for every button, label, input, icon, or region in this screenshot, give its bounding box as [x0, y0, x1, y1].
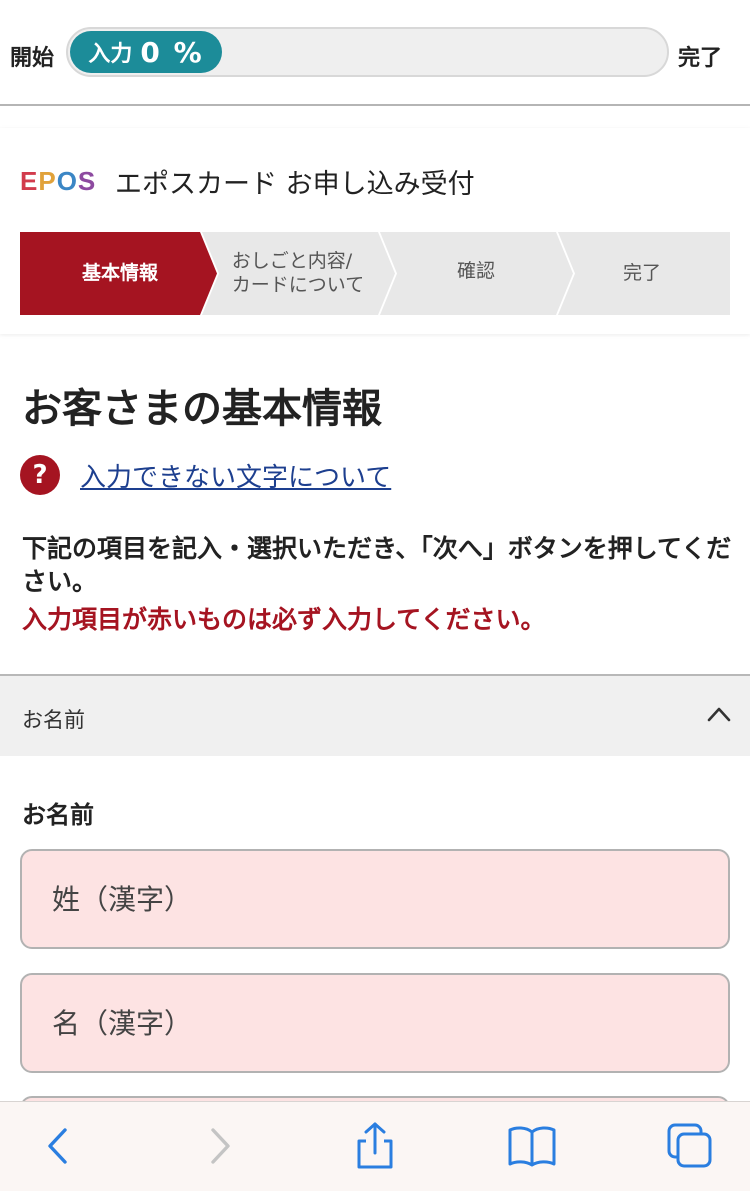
unsupported-characters-link[interactable]: 入力できない文字について — [80, 457, 391, 494]
share-icon[interactable] — [349, 1120, 401, 1172]
help-row: ? 入力できない文字について — [20, 454, 391, 496]
step-confirm: 確認 — [376, 232, 576, 315]
epos-logo: EPOS — [20, 166, 97, 196]
instruction-text: 下記の項目を記入・選択いただき、「次へ」ボタンを押してください。 — [22, 534, 732, 596]
step-label: 基本情報 — [81, 261, 158, 284]
step-label: 完了 — [622, 261, 661, 284]
browser-toolbar — [0, 1101, 750, 1191]
application-title: エポスカード お申し込み受付 — [115, 169, 475, 200]
first-name-kanji-field[interactable] — [20, 973, 730, 1073]
required-notice: 入力項目が赤いものは必ず入力してください。 — [22, 605, 546, 634]
progress-track: 入力 0 % — [66, 27, 669, 77]
question-icon: ? — [20, 455, 60, 495]
forward-icon[interactable] — [194, 1120, 246, 1172]
tabs-icon[interactable] — [664, 1120, 716, 1172]
progress-end-label: 完了 — [678, 46, 723, 71]
step-work-card: おしごと内容/カードについて — [198, 232, 398, 315]
name-field-label: お名前 — [22, 801, 94, 829]
back-icon[interactable] — [32, 1120, 84, 1172]
last-name-kanji-field[interactable] — [20, 849, 730, 949]
step-navigation: 基本情報 おしごと内容/カードについて 確認 完了 — [20, 232, 730, 315]
progress-header: 開始 入力 0 % 完了 — [0, 0, 750, 106]
progress-percent: 0 % — [140, 35, 204, 69]
step-label: おしごと内容/カードについて — [231, 249, 365, 296]
progress-start-label: 開始 — [10, 46, 55, 71]
progress-fill: 入力 0 % — [70, 31, 222, 73]
name-section-header[interactable]: お名前 — [0, 674, 750, 756]
section-title: お名前 — [22, 708, 85, 732]
last-name-kanji-input[interactable] — [22, 851, 728, 947]
progress-fill-label: 入力 — [88, 42, 133, 67]
page-title: お客さまの基本情報 — [22, 386, 382, 432]
step-label: 確認 — [456, 259, 495, 282]
bookmarks-icon[interactable] — [506, 1120, 558, 1172]
step-complete: 完了 — [554, 232, 730, 315]
chevron-up-icon[interactable] — [706, 704, 732, 728]
step-basic-info: 基本情報 — [20, 232, 220, 315]
application-header: EPOS エポスカード お申し込み受付 基本情報 おしごと内容/カードについて … — [0, 128, 750, 334]
first-name-kanji-input[interactable] — [22, 975, 728, 1071]
